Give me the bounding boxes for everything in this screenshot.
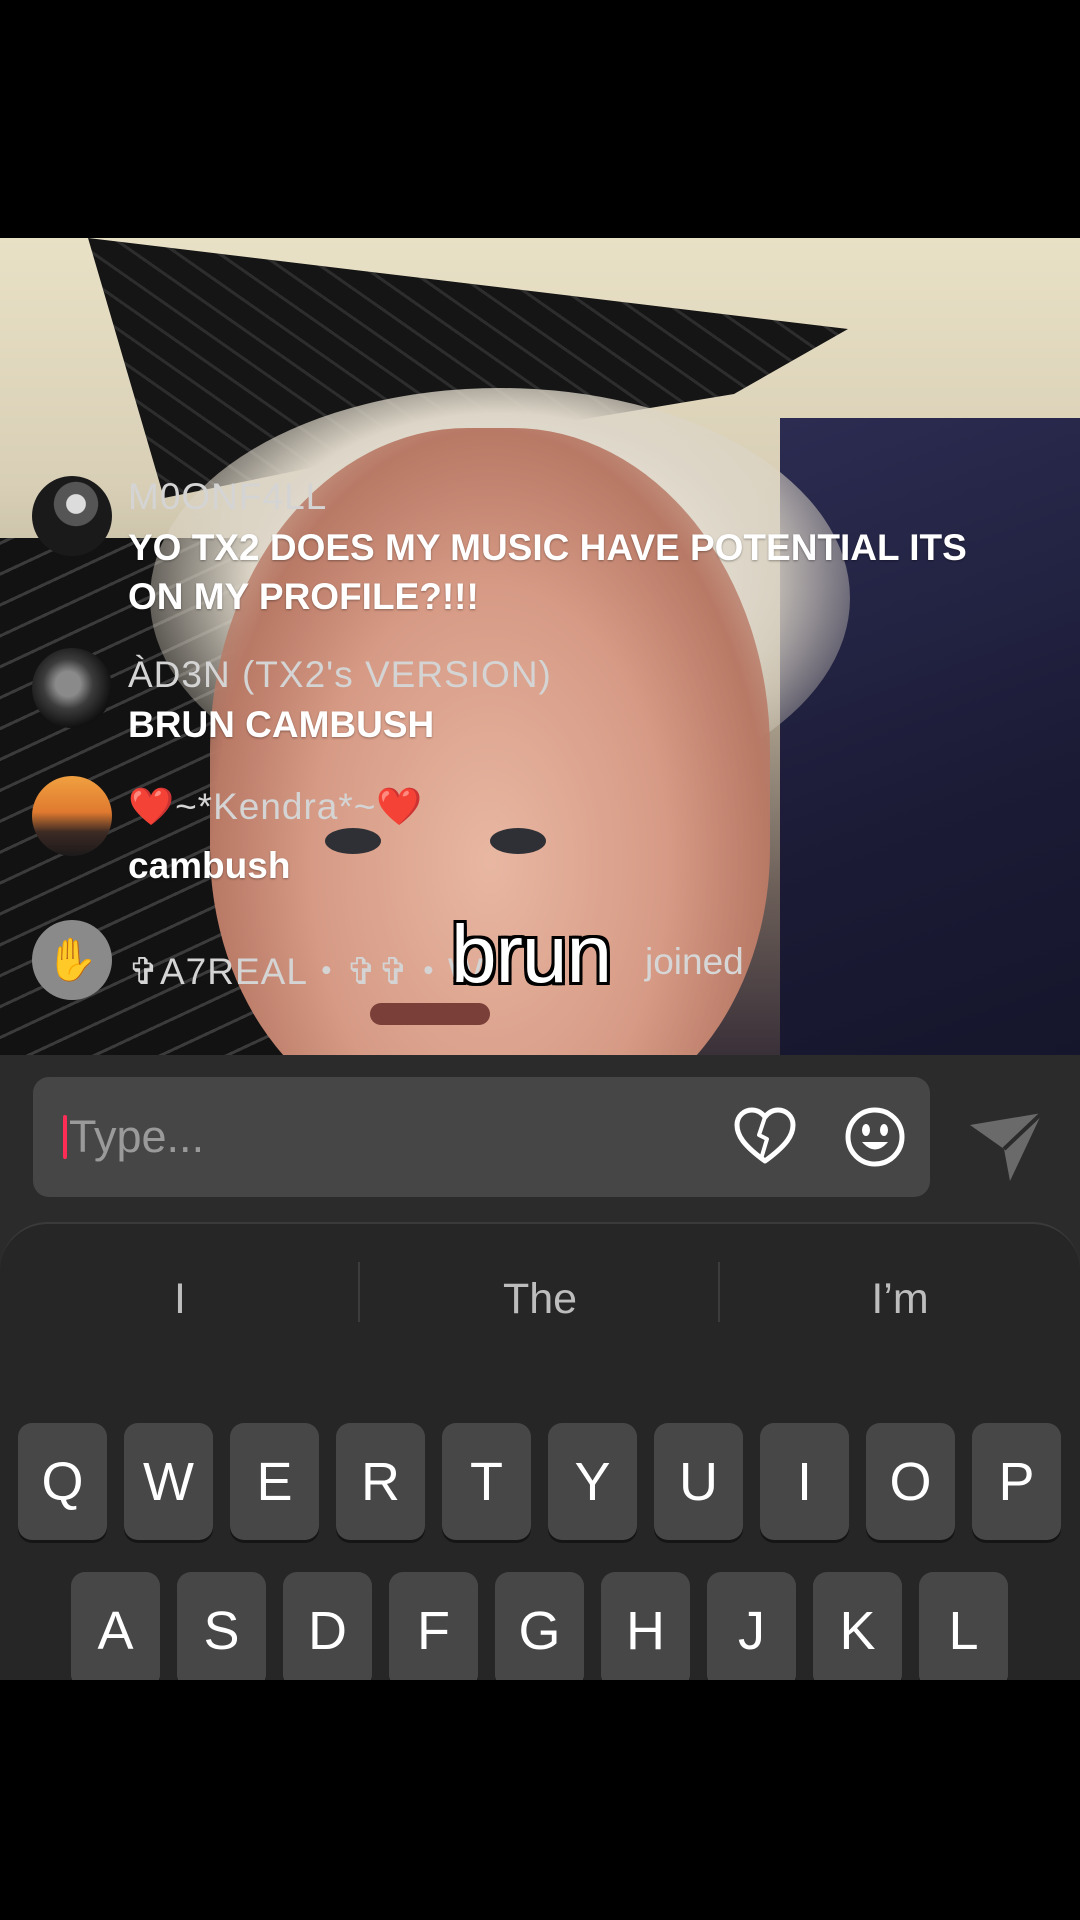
key-e[interactable]: E xyxy=(230,1423,319,1540)
join-action: joined xyxy=(645,941,744,982)
heart-icon[interactable] xyxy=(733,1105,797,1169)
key-u[interactable]: U xyxy=(654,1423,743,1540)
key-y[interactable]: Y xyxy=(548,1423,637,1540)
keyboard: I The I’m Q W E R T Y U I O P A S D F G … xyxy=(0,1222,1080,1680)
streamer-mouth xyxy=(370,1003,490,1025)
comment-username[interactable]: ÀD3N (TX2's VERSION) xyxy=(128,654,552,696)
key-d[interactable]: D xyxy=(283,1572,372,1680)
avatar[interactable] xyxy=(32,776,112,856)
comment-message: cambush xyxy=(128,845,291,886)
key-k[interactable]: K xyxy=(813,1572,902,1680)
key-s[interactable]: S xyxy=(177,1572,266,1680)
wave-hand-icon: ✋ xyxy=(32,920,112,1000)
input-placeholder: Type... xyxy=(69,1111,205,1162)
avatar[interactable] xyxy=(32,648,112,728)
send-icon[interactable] xyxy=(966,1107,1046,1187)
key-o[interactable]: O xyxy=(866,1423,955,1540)
key-h[interactable]: H xyxy=(601,1572,690,1680)
key-g[interactable]: G xyxy=(495,1572,584,1680)
comment-panel: Type... I The I’m Q W E R T Y U I O P A … xyxy=(0,1055,1080,1680)
join-username[interactable]: ✞A7REAL・✞✞・W xyxy=(128,941,484,995)
suggestion-1[interactable]: I xyxy=(0,1254,360,1344)
key-t[interactable]: T xyxy=(442,1423,531,1540)
suggestion-3[interactable]: I’m xyxy=(720,1254,1080,1344)
comment-message: YO TX2 DOES MY MUSIC HAVE POTENTIAL ITS … xyxy=(128,527,967,617)
key-r[interactable]: R xyxy=(336,1423,425,1540)
text-cursor xyxy=(63,1115,67,1159)
key-f[interactable]: F xyxy=(389,1572,478,1680)
key-j[interactable]: J xyxy=(707,1572,796,1680)
key-q[interactable]: Q xyxy=(18,1423,107,1540)
key-p[interactable]: P xyxy=(972,1423,1061,1540)
key-i[interactable]: I xyxy=(760,1423,849,1540)
key-a[interactable]: A xyxy=(71,1572,160,1680)
key-w[interactable]: W xyxy=(124,1423,213,1540)
avatar[interactable] xyxy=(32,476,112,556)
comment-username[interactable]: M0ONF4LL xyxy=(128,476,327,518)
comment-username[interactable]: ❤️~*Kendra*~❤️ xyxy=(128,786,423,829)
comment-message: BRUN CAMBUSH xyxy=(128,704,435,745)
video-caption: brun xyxy=(451,909,612,1000)
comment-input[interactable]: Type... xyxy=(33,1077,930,1197)
suggestion-2[interactable]: The xyxy=(360,1254,720,1344)
emoji-icon[interactable] xyxy=(843,1105,907,1169)
key-l[interactable]: L xyxy=(919,1572,1008,1680)
